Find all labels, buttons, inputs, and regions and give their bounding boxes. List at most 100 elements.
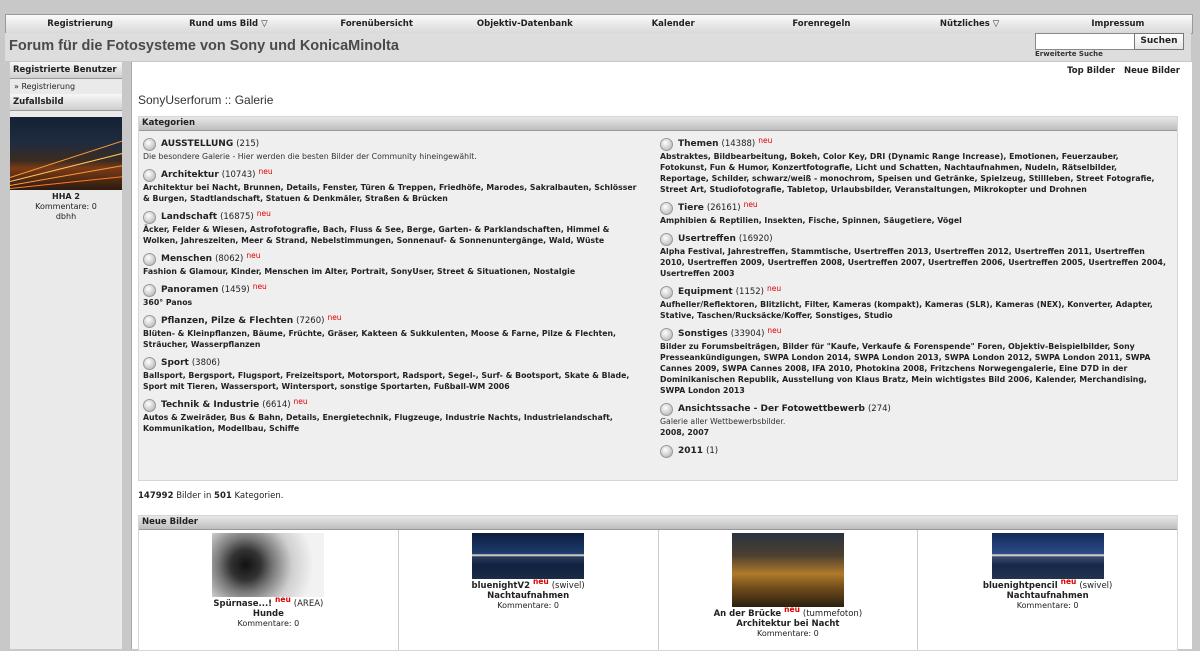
category-bullet-icon [660, 285, 673, 299]
stats-image-count: 147992 [138, 491, 174, 501]
nav-registrierung[interactable]: Registrierung [6, 15, 154, 33]
new-image-thumbnail[interactable] [731, 533, 844, 607]
category-header: AUSSTELLUNG (215) [143, 137, 645, 151]
category-item: Architektur (10743) neu Architektur bei Nac… [143, 167, 645, 204]
category-count: (1) [706, 446, 719, 456]
gallery-title: SonyUserforum :: Galerie [138, 93, 274, 107]
new-image-thumbnail[interactable] [991, 533, 1104, 579]
random-image-comments: Kommentare: 0 [35, 202, 97, 211]
new-image-user[interactable]: (swivel) [1079, 581, 1112, 591]
new-image-title[interactable]: bluenightpencil [983, 581, 1058, 591]
category-bullet-icon [143, 356, 156, 370]
nav-forenregeln[interactable]: Forenregeln [747, 15, 895, 33]
new-image-category[interactable]: Hunde [139, 609, 398, 619]
category-name[interactable]: Ansichtssache - Der Fotowettbewerb [678, 404, 865, 414]
sidebar-register-link[interactable]: » Registrierung [10, 79, 122, 94]
nav-rund-ums-bild[interactable]: Rund ums Bild ▽ [154, 15, 302, 33]
category-name[interactable]: Equipment [678, 287, 733, 297]
subcategory-links[interactable]: Abstraktes, Bildbearbeitung, Bokeh, Colo… [660, 151, 1168, 195]
subcategory-links[interactable]: Alpha Festival, Jahrestreffen, Stammtisc… [660, 246, 1168, 279]
sidebar: Registrierte Benutzer » Registrierung Zu… [10, 62, 122, 649]
category-name[interactable]: Menschen [161, 254, 212, 264]
random-image[interactable] [10, 117, 122, 190]
top-images-link[interactable]: Top Bilder [1067, 66, 1115, 76]
gallery-stats: 147992 Bilder in 501 Kategorien. [138, 491, 283, 501]
category-name[interactable]: Sport [161, 358, 189, 368]
new-badge: neu [758, 135, 773, 145]
categories-left-column: AUSSTELLUNG (215) Die besondere Galerie - … [143, 131, 645, 434]
category-name[interactable]: Tiere [678, 203, 704, 213]
new-image-title-row: Spürnase...! neu (AREA) [139, 595, 398, 609]
new-image-category[interactable]: Architektur bei Nacht [659, 619, 918, 629]
subcategory-links[interactable]: Aufheller/Reflektoren, Blitzlicht, Filte… [660, 299, 1168, 321]
category-name[interactable]: Landschaft [161, 212, 217, 222]
nav-objektiv-datenbank[interactable]: Objektiv-Datenbank [451, 15, 599, 33]
category-item: Pflanzen, Pilze & Flechten (7260) neu Blüte… [143, 312, 645, 350]
new-image-title[interactable]: Spürnase...! [213, 599, 272, 609]
advanced-search-link[interactable]: Erweiterte Suche [1035, 50, 1103, 58]
category-item: Ansichtssache - Der Fotowettbewerb (274) G… [660, 402, 1168, 438]
category-name[interactable]: Usertreffen [678, 234, 736, 244]
random-image-title[interactable]: HHA 2 [10, 192, 122, 202]
new-badge: neu [327, 312, 342, 322]
category-item: Technik & Industrie (6614) neu Autos & Zwei… [143, 397, 645, 434]
category-count: (8062) [215, 254, 244, 264]
nav-forenuebersicht[interactable]: Forenübersicht [303, 15, 451, 33]
new-image-thumbnail[interactable] [212, 533, 325, 597]
subcategory-links[interactable]: Autos & Zweiräder, Bus & Bahn, Details, … [143, 412, 645, 434]
category-name[interactable]: Panoramen [161, 285, 218, 295]
category-name[interactable]: Pflanzen, Pilze & Flechten [161, 316, 293, 326]
subcategory-links[interactable]: Bilder zu Forumsbeiträgen, Bilder für "K… [660, 341, 1168, 396]
new-image-title-row: bluenightV2 neu (swivel) [399, 577, 658, 591]
new-image-user[interactable]: (AREA) [294, 599, 324, 609]
new-image-title[interactable]: An der Brücke [714, 609, 782, 619]
subcategory-links[interactable]: 2008, 2007 [660, 427, 1168, 438]
subcategory-links[interactable]: Amphibien & Reptilien, Insekten, Fische,… [660, 215, 1168, 226]
category-header: Equipment (1152) neu [660, 283, 1168, 299]
categories-box: Kategorien AUSSTELLUNG (215) Die besondere… [138, 116, 1178, 481]
nav-kalender[interactable]: Kalender [599, 15, 747, 33]
category-header: Sonstiges (33904) neu [660, 326, 1168, 341]
category-name[interactable]: Themen [678, 139, 719, 149]
new-images-link[interactable]: Neue Bilder [1124, 66, 1180, 76]
category-header: Sport (3806) [143, 356, 645, 370]
subcategory-links[interactable]: Fashion & Glamour, Kinder, Menschen im A… [143, 266, 645, 277]
category-name[interactable]: 2011 [678, 446, 703, 456]
category-name[interactable]: AUSSTELLUNG [161, 139, 233, 149]
nav-nuetzliches[interactable]: Nützliches ▽ [896, 15, 1044, 33]
new-image-category[interactable]: Nachtaufnahmen [399, 591, 658, 601]
category-header: Landschaft (16875) neu [143, 209, 645, 224]
new-image-thumbnail[interactable] [472, 533, 585, 579]
category-item: 2011 (1) [660, 444, 1168, 458]
new-image-comments: Kommentare: 0 [757, 629, 819, 638]
category-count: (7260) [296, 316, 325, 326]
category-count: (274) [867, 404, 891, 414]
subcategory-links[interactable]: 360° Panos [143, 297, 645, 308]
nav-impressum[interactable]: Impressum [1044, 15, 1192, 33]
new-images-heading: Neue Bilder [139, 516, 1177, 530]
category-count: (14388) [721, 139, 756, 149]
category-bullet-icon [143, 398, 156, 412]
subcategory-links[interactable]: Architektur bei Nacht, Brunnen, Details,… [143, 182, 645, 204]
category-header: Usertreffen (16920) [660, 232, 1168, 246]
random-image-user[interactable]: dbhh [10, 212, 122, 222]
category-item: Menschen (8062) neu Fashion & Glamour, Kind… [143, 251, 645, 277]
new-images-box: Neue Bilder Spürnase...! neu (AREA) Hunde K… [138, 515, 1178, 651]
category-name[interactable]: Technik & Industrie [161, 400, 259, 410]
categories-heading: Kategorien [139, 117, 1177, 131]
search-button[interactable]: Suchen [1134, 33, 1184, 50]
new-image-user[interactable]: (swivel) [552, 581, 585, 591]
new-image-category[interactable]: Nachtaufnahmen [918, 591, 1177, 601]
category-name[interactable]: Architektur [161, 170, 219, 180]
category-count: (6614) [262, 400, 291, 410]
subcategory-links[interactable]: Äcker, Felder & Wiesen, Astrofotografie,… [143, 224, 645, 246]
new-image-title[interactable]: bluenightV2 [472, 581, 530, 591]
search-input[interactable] [1035, 33, 1137, 50]
new-badge: neu [766, 283, 782, 293]
subcategory-links[interactable]: Ballsport, Bergsport, Flugsport, Freizei… [143, 370, 645, 392]
category-name[interactable]: Sonstiges [678, 329, 728, 339]
new-badge: neu [743, 199, 758, 209]
new-image-user[interactable]: (tummefoton) [803, 609, 862, 619]
category-count: (10743) [221, 170, 256, 180]
subcategory-links[interactable]: Blüten- & Kleinpflanzen, Bäume, Früchte,… [143, 328, 645, 350]
